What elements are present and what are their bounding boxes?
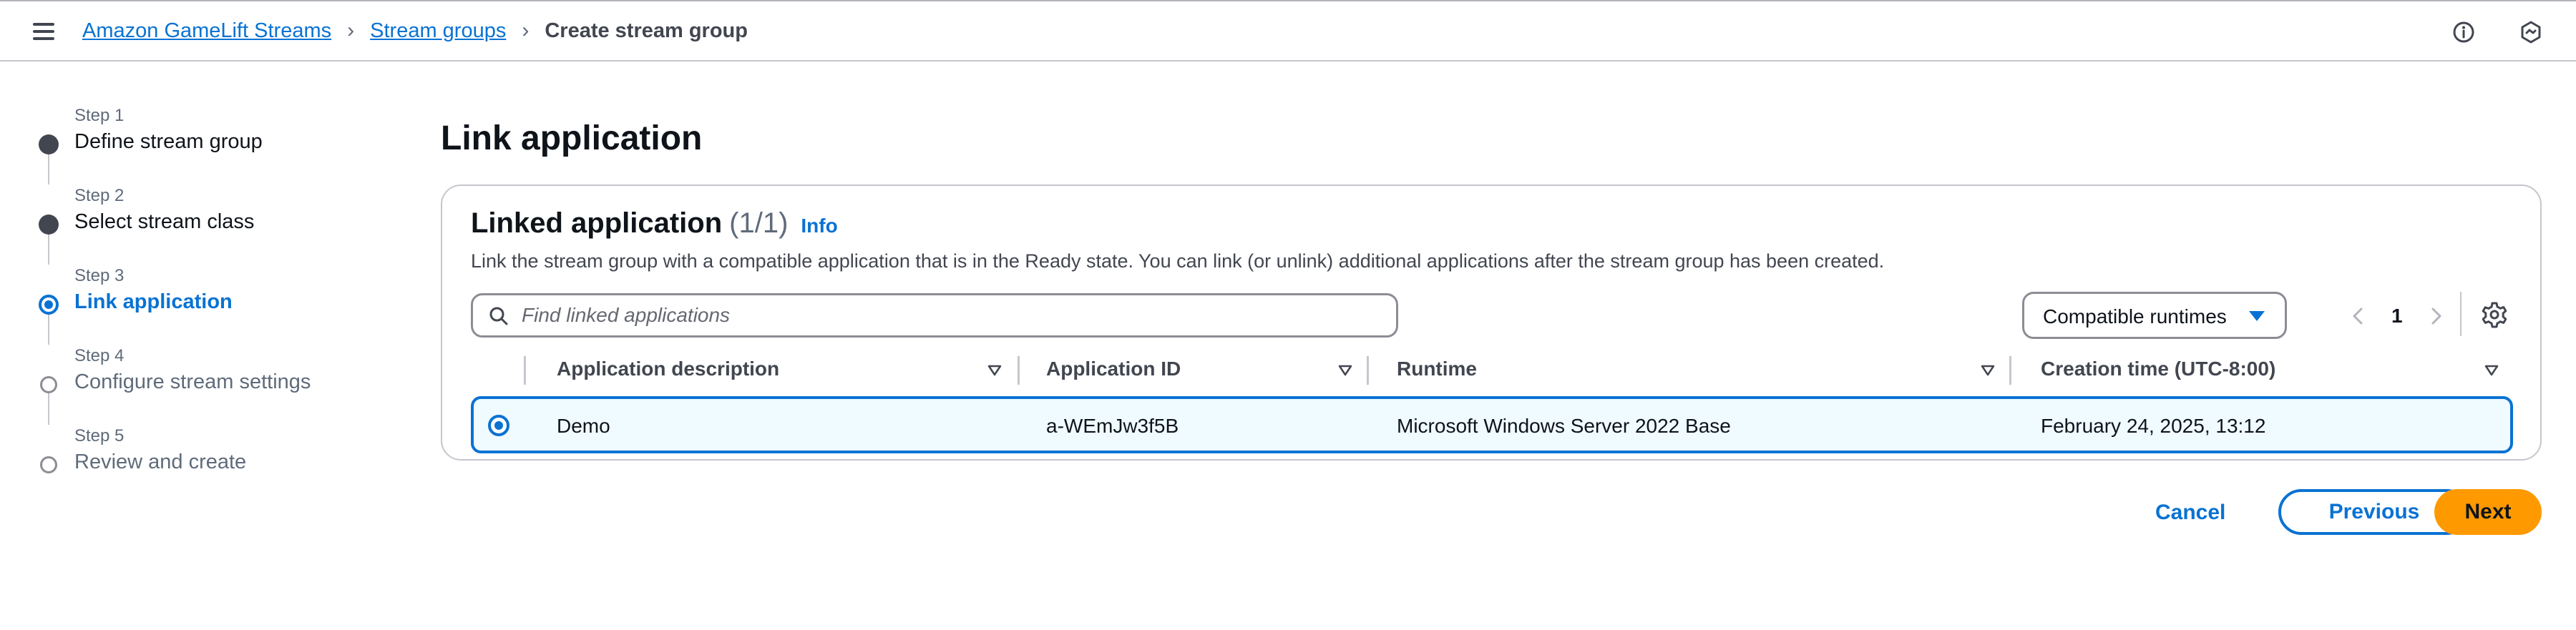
menu-icon[interactable]	[33, 23, 54, 40]
step-number: Step 4	[74, 346, 125, 365]
step-current-icon	[39, 295, 59, 315]
gear-icon[interactable]	[2480, 300, 2509, 329]
breadcrumb-current: Create stream group	[545, 19, 748, 42]
sort-caret-icon[interactable]	[2484, 365, 2499, 376]
cell-application-id: a-WEmJw3f5B	[1046, 415, 1179, 437]
container-header: Linked application (1/1) Info	[471, 207, 838, 240]
runtime-filter-select[interactable]: Compatible runtimes	[2022, 292, 2287, 339]
selection-count: (1/1)	[729, 207, 789, 239]
chevron-right-icon: ›	[522, 19, 530, 42]
chevron-left-icon[interactable]	[2346, 304, 2370, 328]
column-divider	[1367, 356, 1369, 385]
column-divider	[1018, 356, 1020, 385]
step-number: Step 5	[74, 426, 125, 446]
sort-caret-icon[interactable]	[1338, 365, 1352, 376]
cell-runtime: Microsoft Windows Server 2022 Base	[1397, 415, 1731, 437]
column-header-runtime[interactable]: Runtime	[1397, 358, 1477, 380]
toolbar-divider	[2460, 292, 2462, 336]
step-number: Step 3	[74, 266, 125, 285]
linked-application-container: Linked application (1/1) Info Link the s…	[441, 184, 2542, 461]
notifications-hexagon-icon[interactable]	[2519, 20, 2543, 44]
column-divider	[2009, 356, 2011, 385]
column-header-application-id[interactable]: Application ID	[1046, 358, 1181, 380]
chevron-right-icon[interactable]	[2424, 304, 2449, 328]
next-button[interactable]: Next	[2434, 489, 2542, 535]
column-header-creation-time[interactable]: Creation time (UTC-8:00)	[2041, 358, 2275, 380]
breadcrumb-gamelift-streams[interactable]: Amazon GameLift Streams	[82, 19, 331, 43]
step-upcoming-icon	[40, 456, 57, 473]
step-number: Step 1	[74, 106, 125, 125]
wizard-step-2[interactable]: Step 2 Select stream class	[0, 186, 372, 257]
column-divider	[524, 356, 526, 385]
step-title[interactable]: Define stream group	[74, 130, 263, 154]
step-title: Configure stream settings	[74, 370, 311, 393]
caret-down-icon	[2249, 311, 2265, 321]
page-title: Link application	[441, 119, 703, 157]
step-title[interactable]: Select stream class	[74, 210, 254, 234]
breadcrumb: Amazon GameLift Streams › Stream groups …	[82, 19, 748, 43]
step-completed-icon	[39, 215, 59, 235]
sort-caret-icon[interactable]	[1981, 365, 1995, 376]
table-header: Application description Application ID R…	[471, 350, 2514, 389]
search-input[interactable]	[522, 301, 1380, 330]
wizard-step-1[interactable]: Step 1 Define stream group	[0, 106, 372, 177]
pagination: 1	[2346, 295, 2449, 338]
column-header-description[interactable]: Application description	[557, 358, 779, 380]
breadcrumb-stream-groups[interactable]: Stream groups	[370, 19, 506, 43]
top-navigation-bar: Amazon GameLift Streams › Stream groups …	[0, 0, 2576, 61]
step-upcoming-icon	[40, 376, 57, 393]
step-title: Review and create	[74, 451, 247, 473]
sort-caret-icon[interactable]	[987, 365, 1002, 376]
wizard-step-4: Step 4 Configure stream settings	[0, 346, 372, 418]
filter-selected-value: Compatible runtimes	[2043, 305, 2227, 328]
table-row[interactable]: Demo a-WEmJw3f5B Microsoft Windows Serve…	[471, 396, 2513, 453]
wizard-step-5: Step 5 Review and create	[0, 426, 372, 498]
cell-description: Demo	[557, 415, 610, 437]
info-link[interactable]: Info	[801, 215, 837, 237]
container-description: Link the stream group with a compatible …	[471, 250, 1885, 272]
info-circle-icon[interactable]	[2451, 20, 2476, 44]
search-field[interactable]	[471, 293, 1398, 338]
container-title: Linked application	[471, 207, 723, 239]
wizard-step-3: Step 3 Link application	[0, 266, 372, 338]
cell-creation-time: February 24, 2025, 13:12	[2041, 415, 2266, 437]
step-title: Link application	[74, 290, 233, 313]
step-number: Step 2	[74, 186, 125, 205]
search-icon	[489, 307, 508, 325]
chevron-right-icon: ›	[347, 19, 355, 42]
row-radio-button[interactable]	[488, 415, 509, 436]
page-number-button[interactable]: 1	[2391, 305, 2403, 328]
step-completed-icon	[39, 134, 59, 154]
cancel-button[interactable]: Cancel	[2155, 501, 2225, 525]
